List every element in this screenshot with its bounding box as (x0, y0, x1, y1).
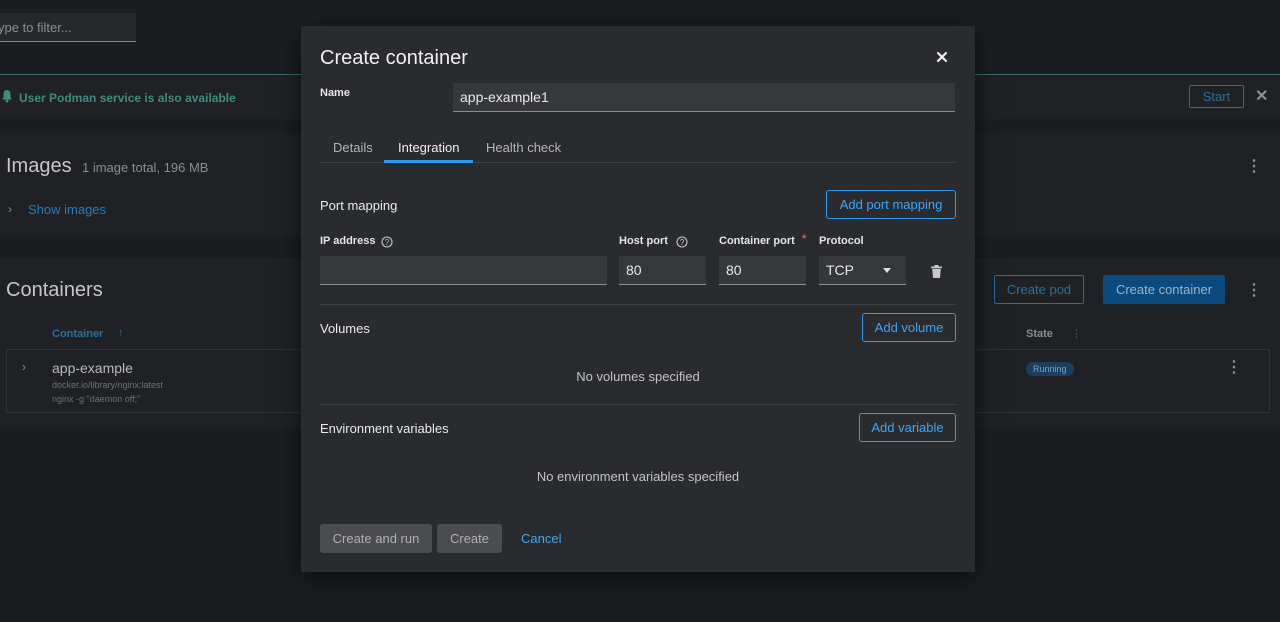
trash-icon[interactable] (931, 265, 942, 278)
caret-down-icon (883, 268, 891, 273)
containers-kebab-icon[interactable]: ⋮ (1246, 280, 1262, 300)
required-asterisk: * (802, 233, 807, 245)
create-and-run-button[interactable]: Create and run (320, 524, 432, 553)
svg-text:?: ? (385, 238, 390, 247)
column-resize-handle[interactable]: ⋮ (1071, 327, 1082, 340)
chevron-right-icon[interactable]: › (8, 202, 12, 216)
host-port-label: Host port (619, 235, 668, 247)
add-port-mapping-button[interactable]: Add port mapping (826, 190, 956, 219)
name-input[interactable] (453, 83, 955, 112)
images-summary: 1 image total, 196 MB (82, 160, 209, 175)
containers-title: Containers (6, 279, 103, 301)
container-image: docker.io/library/nginx:latest (52, 380, 164, 390)
env-vars-empty-state: No environment variables specified (536, 469, 740, 484)
container-port-input[interactable] (719, 256, 806, 285)
tab-health-check[interactable]: Health check (486, 140, 561, 155)
container-port-label: Container port (719, 235, 795, 247)
volumes-empty-state: No volumes specified (576, 369, 700, 384)
add-variable-button[interactable]: Add variable (859, 413, 956, 442)
images-kebab-icon[interactable]: ⋮ (1246, 156, 1262, 176)
start-button[interactable]: Start (1189, 85, 1244, 108)
cancel-button[interactable]: Cancel (521, 531, 561, 546)
ip-address-input[interactable] (320, 256, 607, 285)
volumes-title: Volumes (320, 321, 370, 336)
alert-message: User Podman service is also available (19, 91, 236, 105)
sort-ascending-icon[interactable]: ↑ (118, 327, 124, 339)
help-icon[interactable]: ? (381, 236, 393, 248)
tab-bar: Details Integration Health check (320, 133, 956, 163)
close-icon[interactable]: ✕ (1255, 86, 1268, 106)
row-kebab-icon[interactable]: ⋮ (1226, 357, 1242, 377)
bell-icon (2, 90, 12, 103)
filter-input[interactable]: ype to filter... (0, 13, 136, 42)
modal-title: Create container (320, 47, 468, 69)
tab-integration[interactable]: Integration (398, 140, 459, 155)
close-icon[interactable] (935, 50, 949, 64)
protocol-label: Protocol (819, 235, 864, 247)
create-button[interactable]: Create (437, 524, 502, 553)
port-mapping-title: Port mapping (320, 198, 398, 213)
show-images-toggle[interactable]: Show images (28, 202, 106, 217)
env-vars-title: Environment variables (320, 421, 449, 436)
column-header-state[interactable]: State (1026, 328, 1053, 340)
ip-address-label: IP address (320, 235, 376, 247)
name-label: Name (320, 87, 350, 99)
section-divider (320, 404, 956, 405)
tab-details[interactable]: Details (333, 140, 373, 155)
protocol-select[interactable]: TCP (819, 256, 906, 285)
container-name: app-example (52, 360, 133, 376)
active-tab-indicator (384, 160, 473, 163)
host-port-input[interactable] (619, 256, 706, 285)
create-pod-button[interactable]: Create pod (994, 275, 1084, 304)
create-container-modal: Create container Name Details Integratio… (301, 26, 975, 572)
create-container-button[interactable]: Create container (1103, 275, 1225, 304)
status-badge: Running (1026, 362, 1074, 376)
svg-text:?: ? (680, 238, 685, 247)
container-command: nginx -g "daemon off;" (52, 394, 141, 404)
add-volume-button[interactable]: Add volume (862, 313, 956, 342)
section-divider (320, 304, 956, 305)
images-title: Images (6, 155, 72, 177)
help-icon[interactable]: ? (676, 236, 688, 248)
protocol-value: TCP (826, 262, 854, 278)
chevron-right-icon[interactable]: › (22, 360, 26, 374)
column-header-container[interactable]: Container (52, 328, 103, 340)
